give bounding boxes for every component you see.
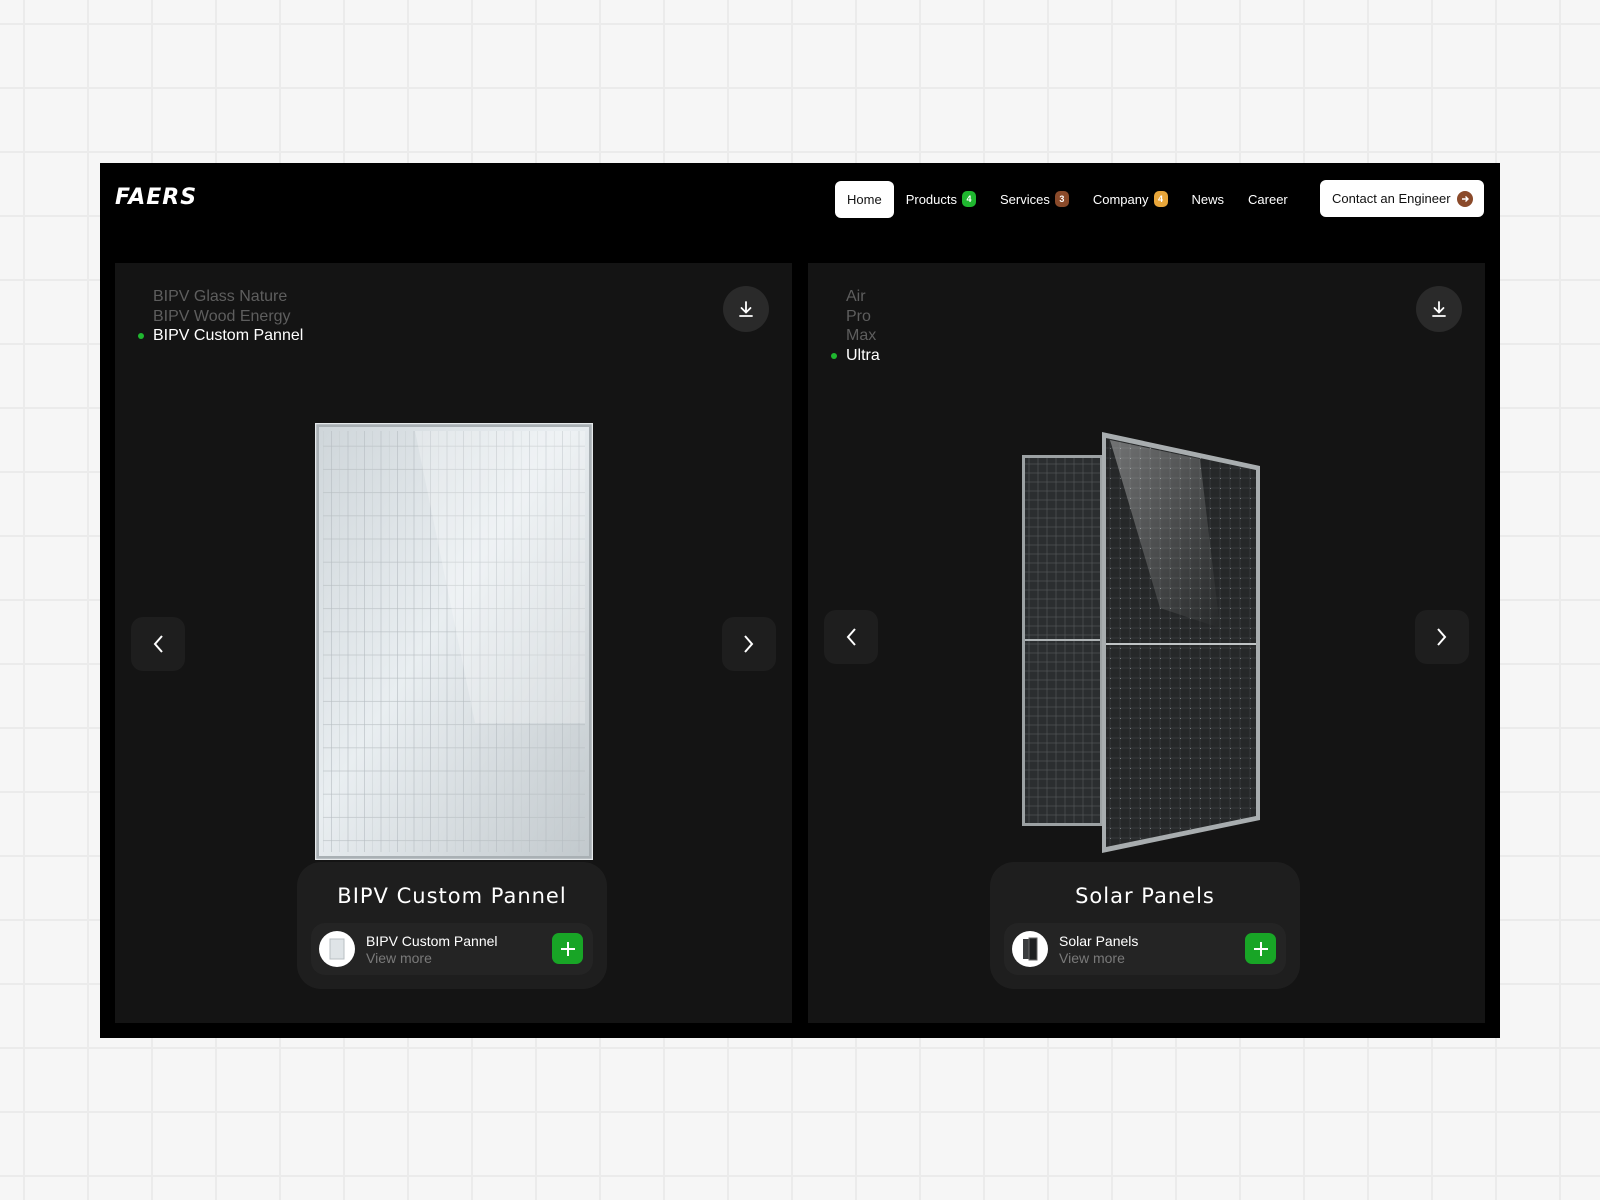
nav-company-label: Company: [1092, 191, 1149, 207]
arrow-right-icon: [1457, 191, 1473, 207]
product-card: Solar Panels Solar Panels View more: [990, 862, 1300, 989]
product-thumbnail: [319, 931, 355, 967]
next-button[interactable]: [1415, 610, 1469, 664]
view-more-link[interactable]: View more: [1059, 950, 1125, 966]
chevron-left-icon: [153, 635, 163, 653]
card-title: BIPV Custom Pannel: [337, 884, 567, 908]
variant-item-active[interactable]: BIPV Custom Pannel: [137, 326, 303, 346]
download-button[interactable]: [1416, 286, 1462, 332]
brand-logo[interactable]: FAERS: [115, 185, 197, 210]
variant-item-active[interactable]: Ultra: [831, 346, 880, 366]
chevron-right-icon: [1437, 628, 1447, 646]
nav-products[interactable]: Products 4: [894, 181, 988, 218]
company-count-badge: 4: [1153, 191, 1168, 207]
product-row[interactable]: BIPV Custom Pannel View more: [311, 923, 593, 975]
nav-services[interactable]: Services 3: [988, 181, 1081, 218]
variant-item[interactable]: Pro: [846, 307, 880, 327]
card-title: Solar Panels: [1075, 884, 1215, 908]
nav-career-label: Career: [1248, 191, 1288, 207]
contact-engineer-button[interactable]: Contact an Engineer: [1320, 180, 1484, 217]
product-panel-solar: Air Pro Max Ultra Solar Panels Solar Pan…: [808, 263, 1485, 1023]
contact-engineer-label: Contact an Engineer: [1332, 191, 1451, 206]
variant-list: Air Pro Max Ultra: [831, 287, 880, 366]
variant-item[interactable]: Air: [846, 287, 880, 307]
nav-news-label: News: [1191, 191, 1225, 207]
prev-button[interactable]: [131, 617, 185, 671]
next-button[interactable]: [722, 617, 776, 671]
variant-item[interactable]: BIPV Glass Nature: [153, 287, 303, 307]
add-button[interactable]: [1245, 933, 1276, 964]
solar-panels-image: [1022, 432, 1260, 853]
download-icon: [1432, 301, 1446, 317]
nav-career[interactable]: Career: [1236, 181, 1300, 218]
nav-home-label: Home: [847, 191, 882, 207]
plus-icon: [1253, 941, 1268, 956]
variant-item[interactable]: Max: [846, 326, 880, 346]
download-icon: [739, 301, 753, 317]
product-row-title: BIPV Custom Pannel: [366, 933, 498, 949]
chevron-right-icon: [744, 635, 754, 653]
plus-icon: [560, 941, 575, 956]
products-count-badge: 4: [962, 191, 976, 207]
main-nav: Home Products 4 Services 3 Company 4 New…: [835, 180, 1300, 218]
app-frame: FAERS Home Products 4 Services 3 Company…: [100, 163, 1500, 1038]
product-card: BIPV Custom Pannel BIPV Custom Pannel Vi…: [297, 862, 607, 989]
product-row[interactable]: Solar Panels View more: [1004, 923, 1286, 975]
product-panel-bipv: BIPV Glass Nature BIPV Wood Energy BIPV …: [115, 263, 792, 1023]
nav-services-label: Services: [1000, 191, 1050, 207]
chevron-left-icon: [846, 628, 856, 646]
variant-list: BIPV Glass Nature BIPV Wood Energy BIPV …: [137, 287, 303, 346]
download-button[interactable]: [723, 286, 769, 332]
variant-item[interactable]: BIPV Wood Energy: [153, 307, 303, 327]
bipv-panel-image: [315, 423, 593, 860]
services-count-badge: 3: [1054, 191, 1069, 207]
view-more-link[interactable]: View more: [366, 950, 432, 966]
nav-news[interactable]: News: [1180, 181, 1237, 218]
nav-products-label: Products: [905, 191, 957, 207]
add-button[interactable]: [552, 933, 583, 964]
prev-button[interactable]: [824, 610, 878, 664]
nav-company[interactable]: Company 4: [1081, 181, 1180, 218]
product-row-title: Solar Panels: [1059, 933, 1139, 949]
product-thumbnail: [1012, 931, 1048, 967]
nav-home[interactable]: Home: [835, 180, 894, 218]
